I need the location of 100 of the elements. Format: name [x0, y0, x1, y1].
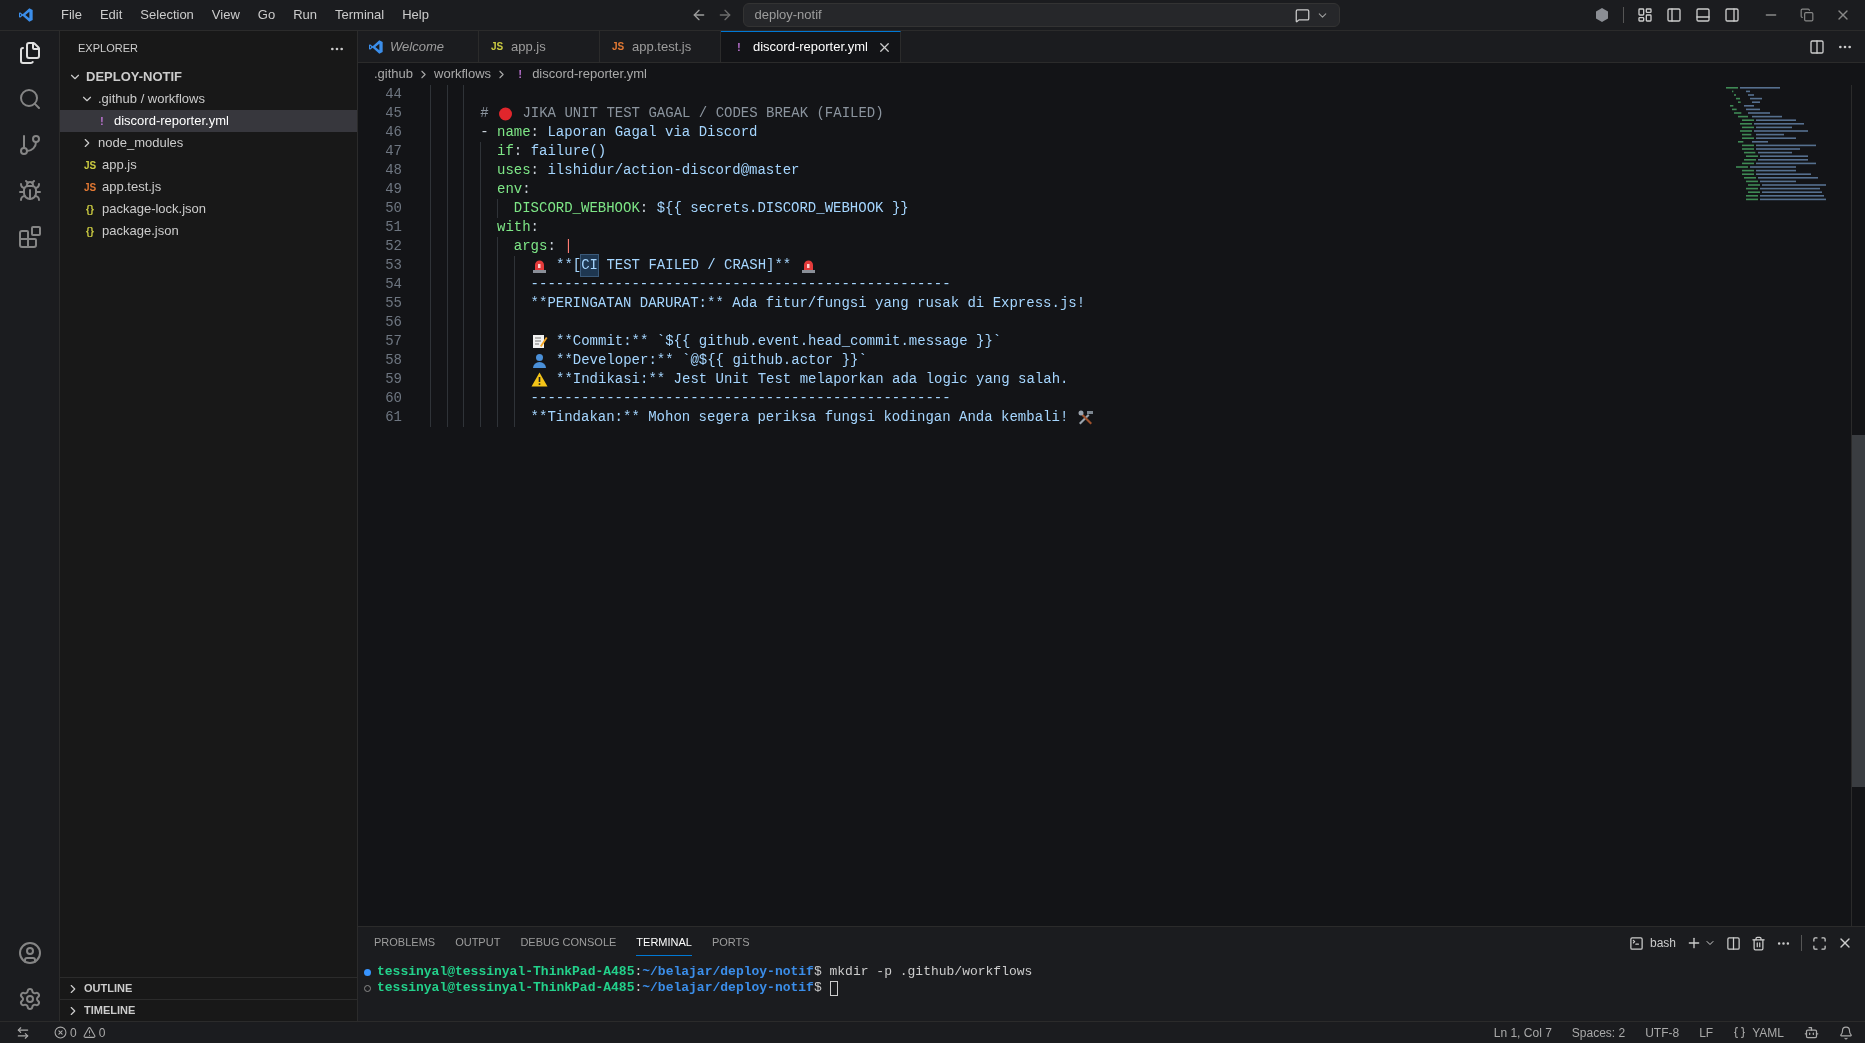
panel-tab[interactable]: OUTPUT	[455, 930, 501, 956]
terminal-icon	[1628, 935, 1644, 951]
code-editor-logo-icon	[368, 38, 384, 55]
yaml-key: args	[513, 236, 548, 257]
explorer-file[interactable]: JS app.test.js	[60, 176, 357, 198]
yaml-value: TEST FAILED / CRASH]**	[605, 256, 793, 275]
panel-tab[interactable]: DEBUG CONSOLE	[520, 930, 617, 956]
explorer-icon[interactable]	[17, 41, 42, 65]
command-center-search[interactable]: deploy-notif	[743, 3, 1341, 27]
line-number: 56	[384, 313, 403, 332]
line-number: 58	[384, 351, 403, 370]
file-type-icon: !	[94, 113, 110, 129]
breadcrumb-item[interactable]: .github	[374, 64, 414, 84]
account-icon[interactable]	[17, 941, 42, 965]
source-control-icon[interactable]	[17, 133, 42, 157]
encoding-status[interactable]: UTF-8	[1645, 1023, 1680, 1042]
maximize-panel-icon[interactable]	[1812, 935, 1827, 951]
explorer-file[interactable]: {} package-lock.json	[60, 198, 357, 220]
code-punctuation: -	[480, 123, 490, 142]
file-type-icon: {}	[82, 223, 98, 239]
prompt-user: tessinyal@tessinyal-ThinkPad-A485	[377, 979, 635, 998]
explorer-folder[interactable]: DEPLOY-NOTIF	[60, 66, 357, 88]
menu-item[interactable]: Selection	[131, 5, 203, 25]
explorer-file[interactable]: ! discord-reporter.yml	[60, 110, 357, 132]
run-debug-icon[interactable]	[17, 179, 42, 203]
yaml-key: name	[497, 122, 531, 143]
memo-icon	[530, 334, 548, 349]
panel-tab[interactable]: PROBLEMS	[374, 930, 436, 956]
explorer-folder[interactable]: node_modules	[60, 132, 357, 154]
code-punctuation: :	[547, 237, 557, 256]
breadcrumb-item[interactable]: discord-reporter.yml	[532, 64, 647, 84]
menu-item[interactable]: Run	[284, 5, 326, 25]
menu-item[interactable]: View	[202, 5, 249, 25]
problems-status[interactable]: 0 0	[54, 1023, 106, 1042]
trash-icon[interactable]	[1751, 935, 1766, 951]
code-comment: JIKA UNIT TEST GAGAL / CODES BREAK (FAILED)	[521, 104, 884, 123]
layout-grid-icon[interactable]	[1637, 7, 1653, 23]
yaml-value: **Developer:** `@${{ github.actor }}`	[555, 351, 867, 370]
panel-tab[interactable]: PORTS	[711, 930, 750, 956]
explorer-file[interactable]: JS app.js	[60, 154, 357, 176]
menu-item[interactable]: Edit	[90, 5, 132, 25]
person-icon	[530, 353, 548, 368]
search-icon[interactable]	[17, 87, 42, 111]
line-number: 59	[384, 370, 403, 389]
restore-icon[interactable]	[1800, 8, 1814, 22]
explorer-folder[interactable]: .github / workflows	[60, 88, 357, 110]
line-number: 54	[384, 275, 403, 294]
file-type-icon: JS	[82, 157, 98, 173]
code-punctuation: :	[522, 180, 531, 199]
extensions-icon[interactable]	[17, 225, 42, 249]
split-terminal-icon[interactable]	[1726, 935, 1741, 951]
scrollbar-thumb[interactable]	[1852, 435, 1865, 787]
panel-right-icon[interactable]	[1724, 7, 1740, 23]
settings-icon[interactable]	[17, 987, 42, 1011]
line-number: 46	[384, 123, 403, 142]
yaml-key: with	[497, 217, 531, 238]
prompt-symbol: $	[813, 963, 822, 982]
code-punctuation: :	[530, 161, 540, 180]
copilot-icon[interactable]	[1804, 1025, 1819, 1040]
line-ending-status[interactable]: LF	[1699, 1023, 1714, 1042]
menu-item[interactable]: Help	[393, 5, 438, 25]
menu-item[interactable]: Go	[248, 5, 285, 25]
editor-tab[interactable]: ! discord-reporter.yml	[721, 31, 901, 62]
file-type-icon: !	[512, 66, 529, 82]
yaml-key: uses	[497, 160, 531, 181]
notifications-icon[interactable]	[1839, 1025, 1853, 1040]
new-terminal-icon[interactable]	[1686, 935, 1702, 951]
prompt-symbol: $	[813, 979, 822, 998]
yaml-key: DISCORD_WEBHOOK	[513, 198, 640, 219]
prompt-path: ~/belajar/deploy-notif	[642, 963, 814, 982]
indentation-status[interactable]: Spaces: 2	[1571, 1023, 1626, 1042]
editor-tab[interactable]: JS app.js	[479, 31, 600, 62]
yaml-key: if	[497, 141, 514, 162]
explorer-file[interactable]: {} package.json	[60, 220, 357, 242]
split-editor-icon[interactable]	[1809, 38, 1825, 55]
prompt-separator: :	[634, 963, 643, 982]
block-indicator: |	[564, 237, 573, 256]
breadcrumb-item[interactable]: workflows	[434, 64, 492, 84]
sidebar-section-header[interactable]: OUTLINE	[60, 977, 357, 999]
line-number: 44	[384, 85, 403, 104]
menu-item[interactable]: File	[52, 5, 91, 25]
warning-icon	[82, 1026, 96, 1039]
panel-bottom-icon[interactable]	[1695, 7, 1711, 23]
yaml-value: **Indikasi:** Jest Unit Test melaporkan ada logic yang salah.	[555, 370, 1069, 389]
menu-item[interactable]: Terminal	[326, 5, 394, 25]
panel-tab[interactable]: TERMINAL	[636, 930, 692, 956]
yaml-value: --------------------------------------------------	[530, 275, 951, 294]
language-mode[interactable]: YAML	[1733, 1023, 1784, 1042]
dot-icon	[497, 106, 514, 121]
cursor-position[interactable]: Ln 1, Col 7	[1493, 1023, 1552, 1042]
line-number: 47	[384, 142, 403, 161]
remote-icon[interactable]	[16, 1025, 30, 1040]
line-number: 48	[384, 161, 403, 180]
terminal-shell-name[interactable]: bash	[1649, 934, 1676, 952]
editor-tab[interactable]: Welcome	[358, 31, 479, 62]
line-number: 57	[384, 332, 403, 351]
code-punctuation: :	[530, 123, 540, 142]
panel-left-icon[interactable]	[1666, 7, 1682, 23]
terminal-command: mkdir -p .github/workflows	[828, 963, 1033, 982]
yaml-value: **Tindakan:** Mohon segera periksa fungsi kodingan Anda kembali!	[530, 408, 1070, 427]
